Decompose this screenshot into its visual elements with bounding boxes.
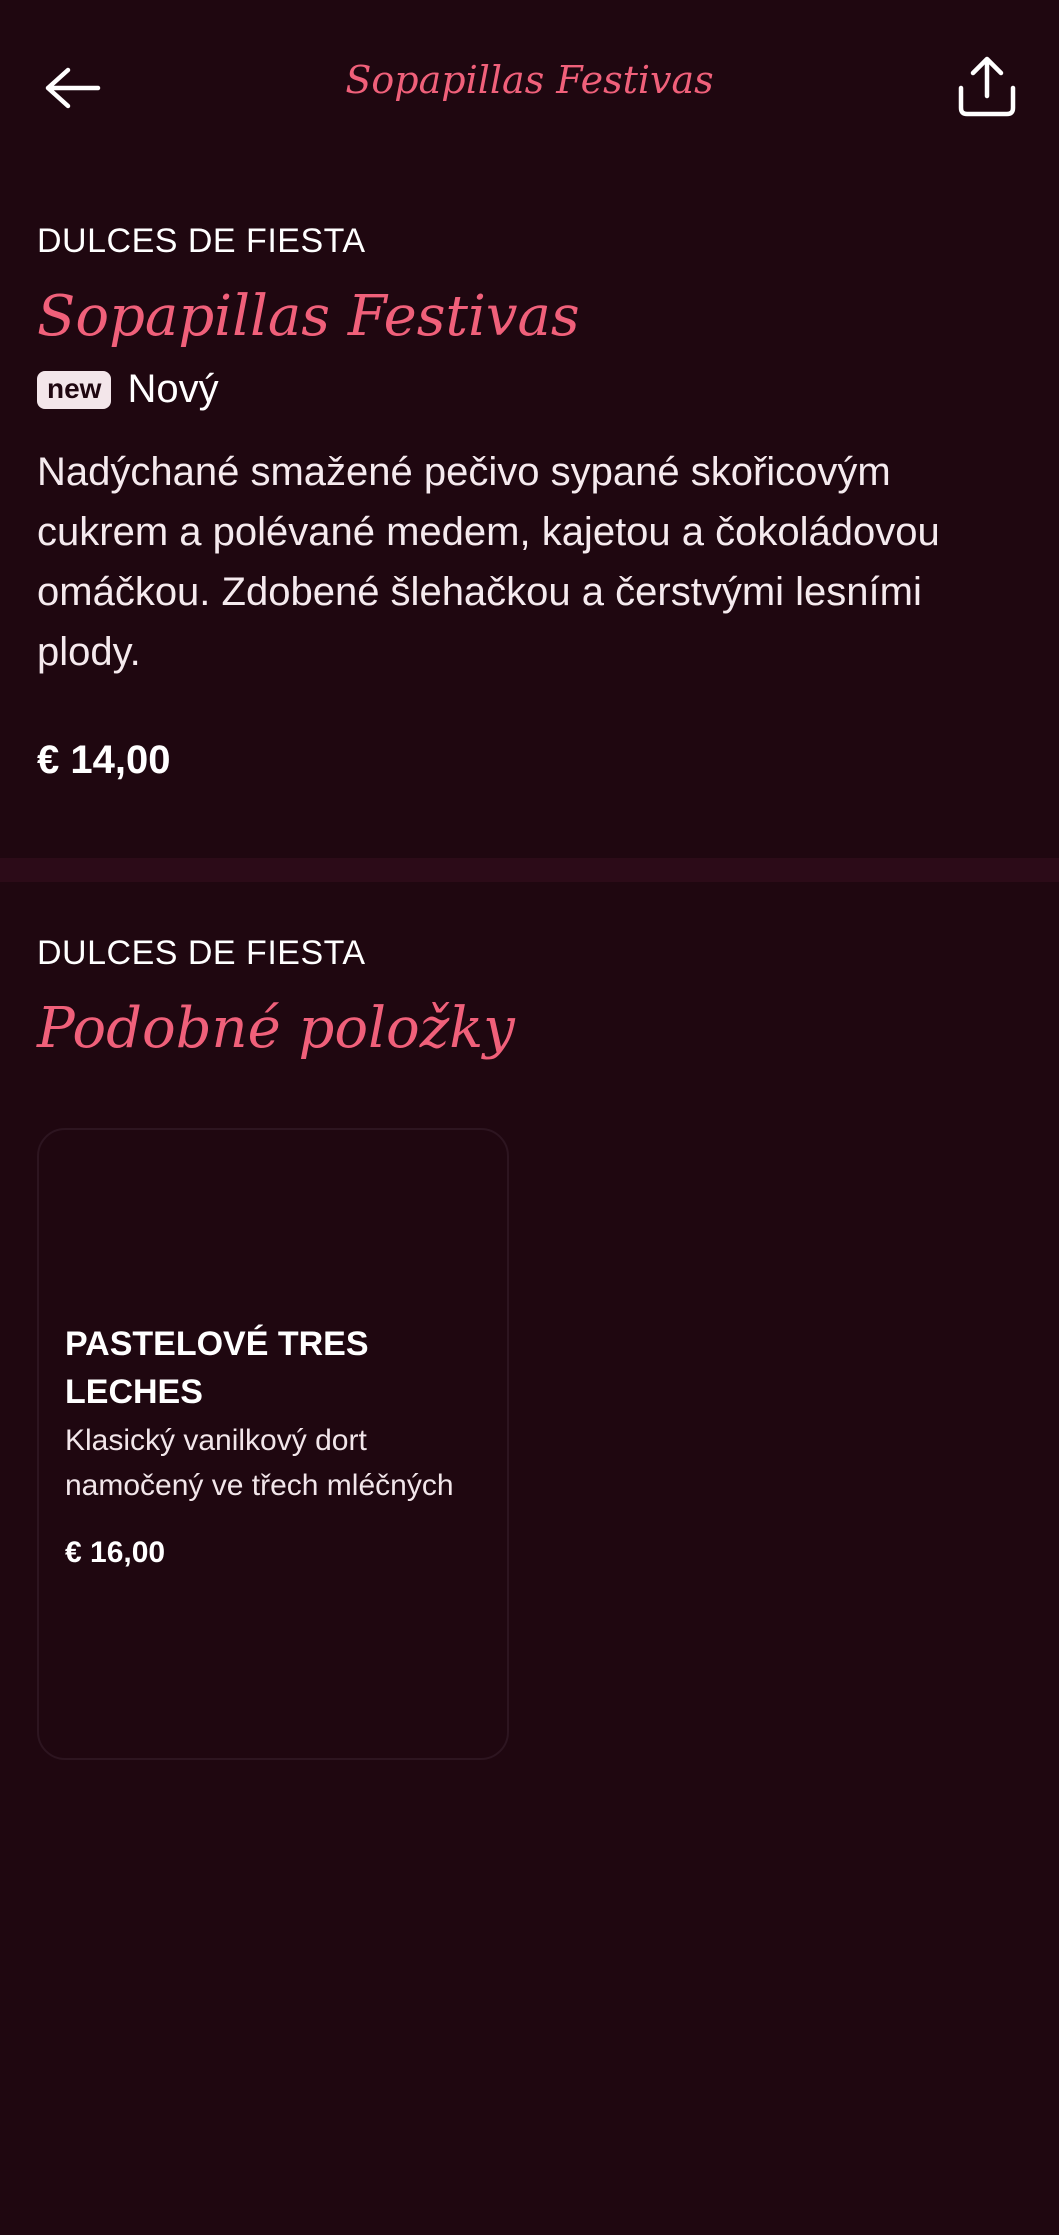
similar-item-price: € 16,00 — [65, 1536, 166, 1569]
similar-item-name: PASTELOVÉ TRES LECHES — [65, 1325, 369, 1411]
share-icon — [958, 56, 1016, 117]
arrow-left-icon — [45, 67, 101, 109]
similar-item-description: Klasický vanilkový dort namočený ve třec… — [65, 1424, 454, 1502]
header-title: Sopapillas Festivas — [345, 58, 714, 102]
new-badge: new — [37, 370, 112, 409]
item-name: Sopapillas Festivas — [37, 284, 580, 349]
new-badge-label: Nový — [127, 367, 219, 411]
similar-category: DULCES DE FIESTA — [37, 934, 366, 972]
similar-title: Podobné položky — [37, 996, 515, 1061]
new-badge-row: new Nový — [37, 367, 1022, 412]
similar-items-section: DULCES DE FIESTA Podobné položky — [37, 934, 1022, 1057]
item-category: DULCES DE FIESTA — [37, 222, 366, 260]
item-details: DULCES DE FIESTA Sopapillas Festivas new… — [37, 222, 1022, 783]
top-bar: Sopapillas Festivas — [0, 0, 1059, 170]
back-button[interactable] — [36, 52, 108, 124]
item-description: Nadýchané smažené pečivo sypané skořicov… — [37, 450, 940, 674]
item-price: € 14,00 — [37, 738, 171, 782]
similar-item-card[interactable]: PASTELOVÉ TRES LECHES Klasický vanilkový… — [37, 1128, 509, 1760]
share-button[interactable] — [951, 48, 1023, 124]
section-divider — [0, 858, 1059, 882]
